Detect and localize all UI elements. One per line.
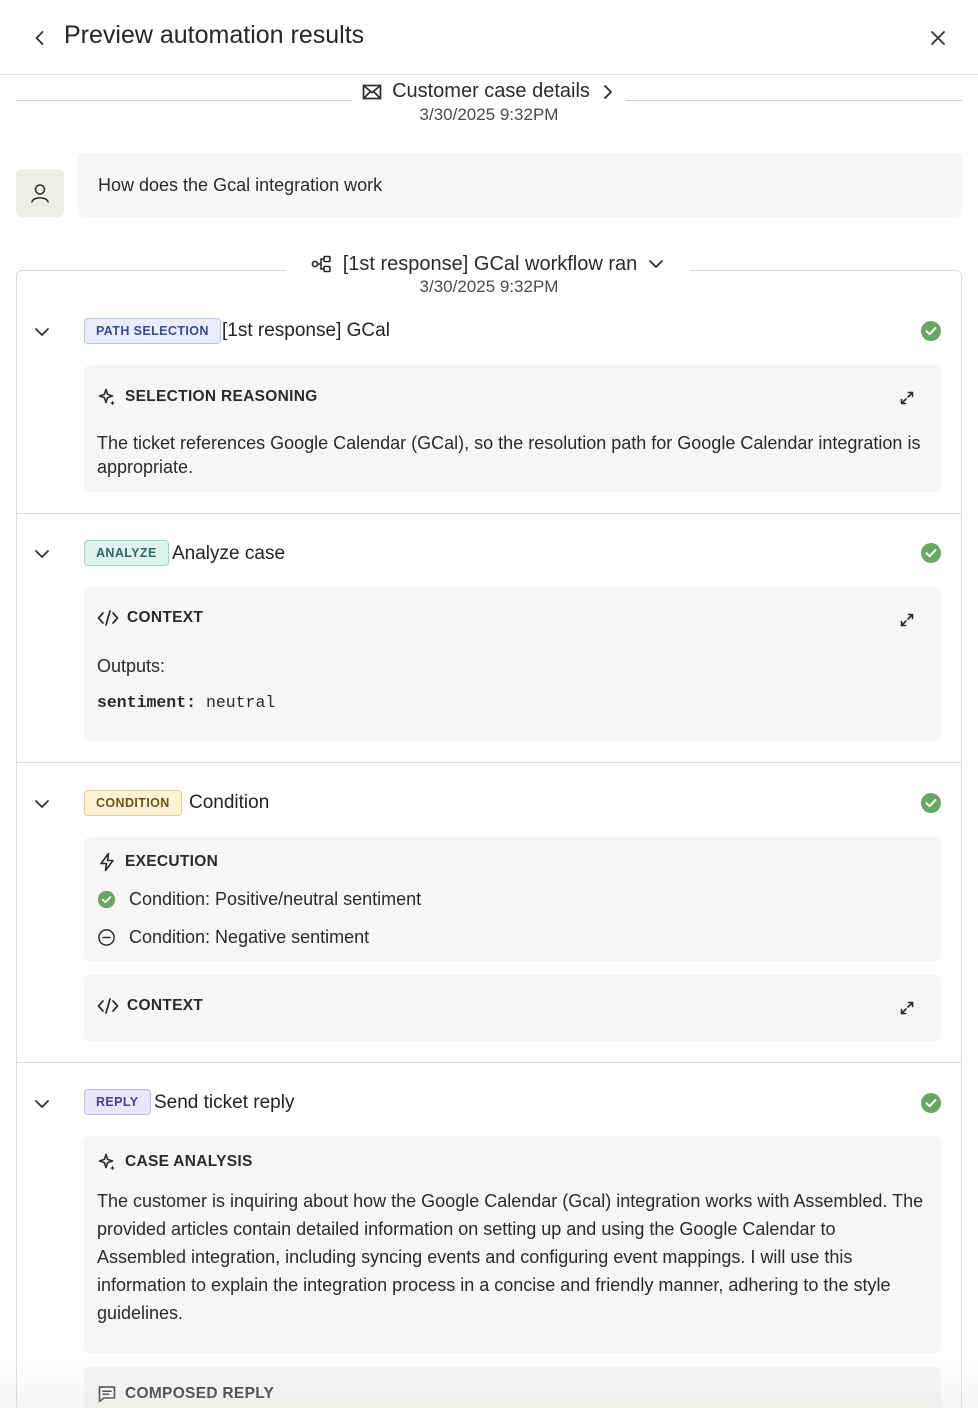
close-button[interactable] [924, 24, 952, 52]
expand-button[interactable] [896, 387, 918, 409]
panel-heading: EXECUTION [97, 852, 218, 872]
panel-heading-label: CONTEXT [127, 997, 204, 1014]
panel-heading-label: COMPOSED REPLY [125, 1385, 275, 1402]
selection-reasoning-text: The ticket references Google Calendar (G… [97, 433, 921, 477]
case-timestamp: 3/30/2025 9:32PM [419, 105, 559, 124]
chevron-down-icon [35, 328, 49, 336]
execution-panel: EXECUTION Condition: Positive/neutral se… [84, 837, 941, 961]
customer-message: How does the Gcal integration work [78, 153, 962, 217]
workflow-label: [1st response] GCal workflow ran [342, 252, 638, 275]
case-details-label: Customer case details [392, 80, 590, 102]
composed-reply-panel: COMPOSED REPLY [84, 1367, 941, 1408]
chevron-down-icon [649, 260, 664, 268]
output-value: neutral [205, 693, 276, 712]
user-icon [31, 184, 49, 203]
expand-icon [900, 391, 914, 405]
panel-heading: CASE ANALYSIS [97, 1152, 253, 1172]
workflow-icon [311, 255, 331, 273]
step-title: Analyze case [172, 543, 286, 564]
panel-heading-label: CONTEXT [127, 609, 204, 626]
divider-line-left [16, 100, 353, 101]
workflow-toggle[interactable]: [1st response] GCal workflow ran [286, 250, 690, 278]
section-divider [17, 513, 961, 514]
section-divider [17, 762, 961, 763]
expand-button[interactable] [896, 609, 918, 631]
check-circle-icon [97, 890, 116, 909]
sparkle-icon [98, 1153, 115, 1171]
message-icon [98, 1386, 116, 1403]
context-panel: CONTEXT [84, 975, 941, 1041]
condition-label: Condition: Positive/neutral sentiment [129, 889, 422, 909]
panel-heading: COMPOSED REPLY [97, 1384, 274, 1404]
condition-row: Condition: Negative sentiment [97, 927, 369, 948]
chevron-left-icon [35, 31, 44, 45]
chevron-down-icon [35, 550, 49, 558]
status-badge-analyze: ANALYZE [84, 540, 169, 566]
back-button[interactable] [26, 24, 54, 52]
check-circle-icon [921, 793, 941, 813]
check-circle-icon [921, 1093, 941, 1113]
panel-heading-label: SELECTION REASONING [125, 388, 318, 405]
expand-button[interactable] [896, 997, 918, 1019]
status-badge-reply: REPLY [84, 1089, 151, 1115]
panel-heading: CONTEXT [97, 997, 203, 1015]
step-title: Send ticket reply [154, 1092, 295, 1113]
divider-line-right [625, 100, 962, 101]
step-collapse-toggle[interactable] [32, 544, 52, 564]
case-analysis-panel: CASE ANALYSIS The customer is inquiring … [84, 1136, 941, 1353]
page-title: Preview automation results [64, 21, 365, 49]
close-icon [931, 31, 945, 45]
condition-row: Condition: Positive/neutral sentiment [97, 889, 421, 910]
step-collapse-toggle[interactable] [32, 1094, 52, 1114]
bolt-icon [100, 852, 114, 872]
selection-reasoning-panel: SELECTION REASONING The ticket reference… [84, 365, 941, 492]
code-icon [97, 610, 119, 626]
step-title: [1st response] GCal [222, 320, 390, 341]
chevron-down-icon [35, 1100, 49, 1108]
step-collapse-toggle[interactable] [32, 794, 52, 814]
chevron-right-icon [604, 84, 612, 99]
case-details-divider: Customer case details [16, 80, 962, 103]
expand-icon [900, 613, 914, 627]
step-title: Condition [189, 792, 270, 813]
case-details-link[interactable]: Customer case details [352, 80, 626, 103]
avatar [16, 169, 64, 217]
workflow-timestamp: 3/30/2025 9:32PM [419, 277, 559, 296]
step-collapse-toggle[interactable] [32, 322, 52, 342]
panel-heading-label: CASE ANALYSIS [125, 1153, 253, 1170]
section-divider [17, 1062, 961, 1063]
mail-icon [362, 84, 382, 99]
code-icon [97, 998, 119, 1014]
output-row: sentiment: neutral [97, 691, 927, 715]
panel-heading: SELECTION REASONING [97, 387, 318, 407]
check-circle-icon [921, 321, 941, 341]
modal-header: Preview automation results [0, 0, 978, 75]
status-badge-path-selection: PATH SELECTION [84, 318, 221, 344]
sparkle-icon [98, 388, 115, 406]
case-analysis-text: The customer is inquiring about how the … [97, 1191, 924, 1323]
expand-icon [900, 1001, 914, 1015]
context-panel: CONTEXT Outputs: sentiment: neutral [84, 587, 941, 741]
status-badge-condition: CONDITION [84, 790, 182, 816]
condition-label: Condition: Negative sentiment [129, 927, 370, 947]
outputs-label: Outputs: [97, 656, 166, 676]
chevron-down-icon [35, 800, 49, 808]
panel-heading: CONTEXT [97, 609, 203, 627]
output-key: sentiment: [97, 693, 197, 712]
minus-circle-icon [98, 929, 115, 946]
panel-heading-label: EXECUTION [125, 853, 219, 870]
check-circle-icon [921, 543, 941, 563]
